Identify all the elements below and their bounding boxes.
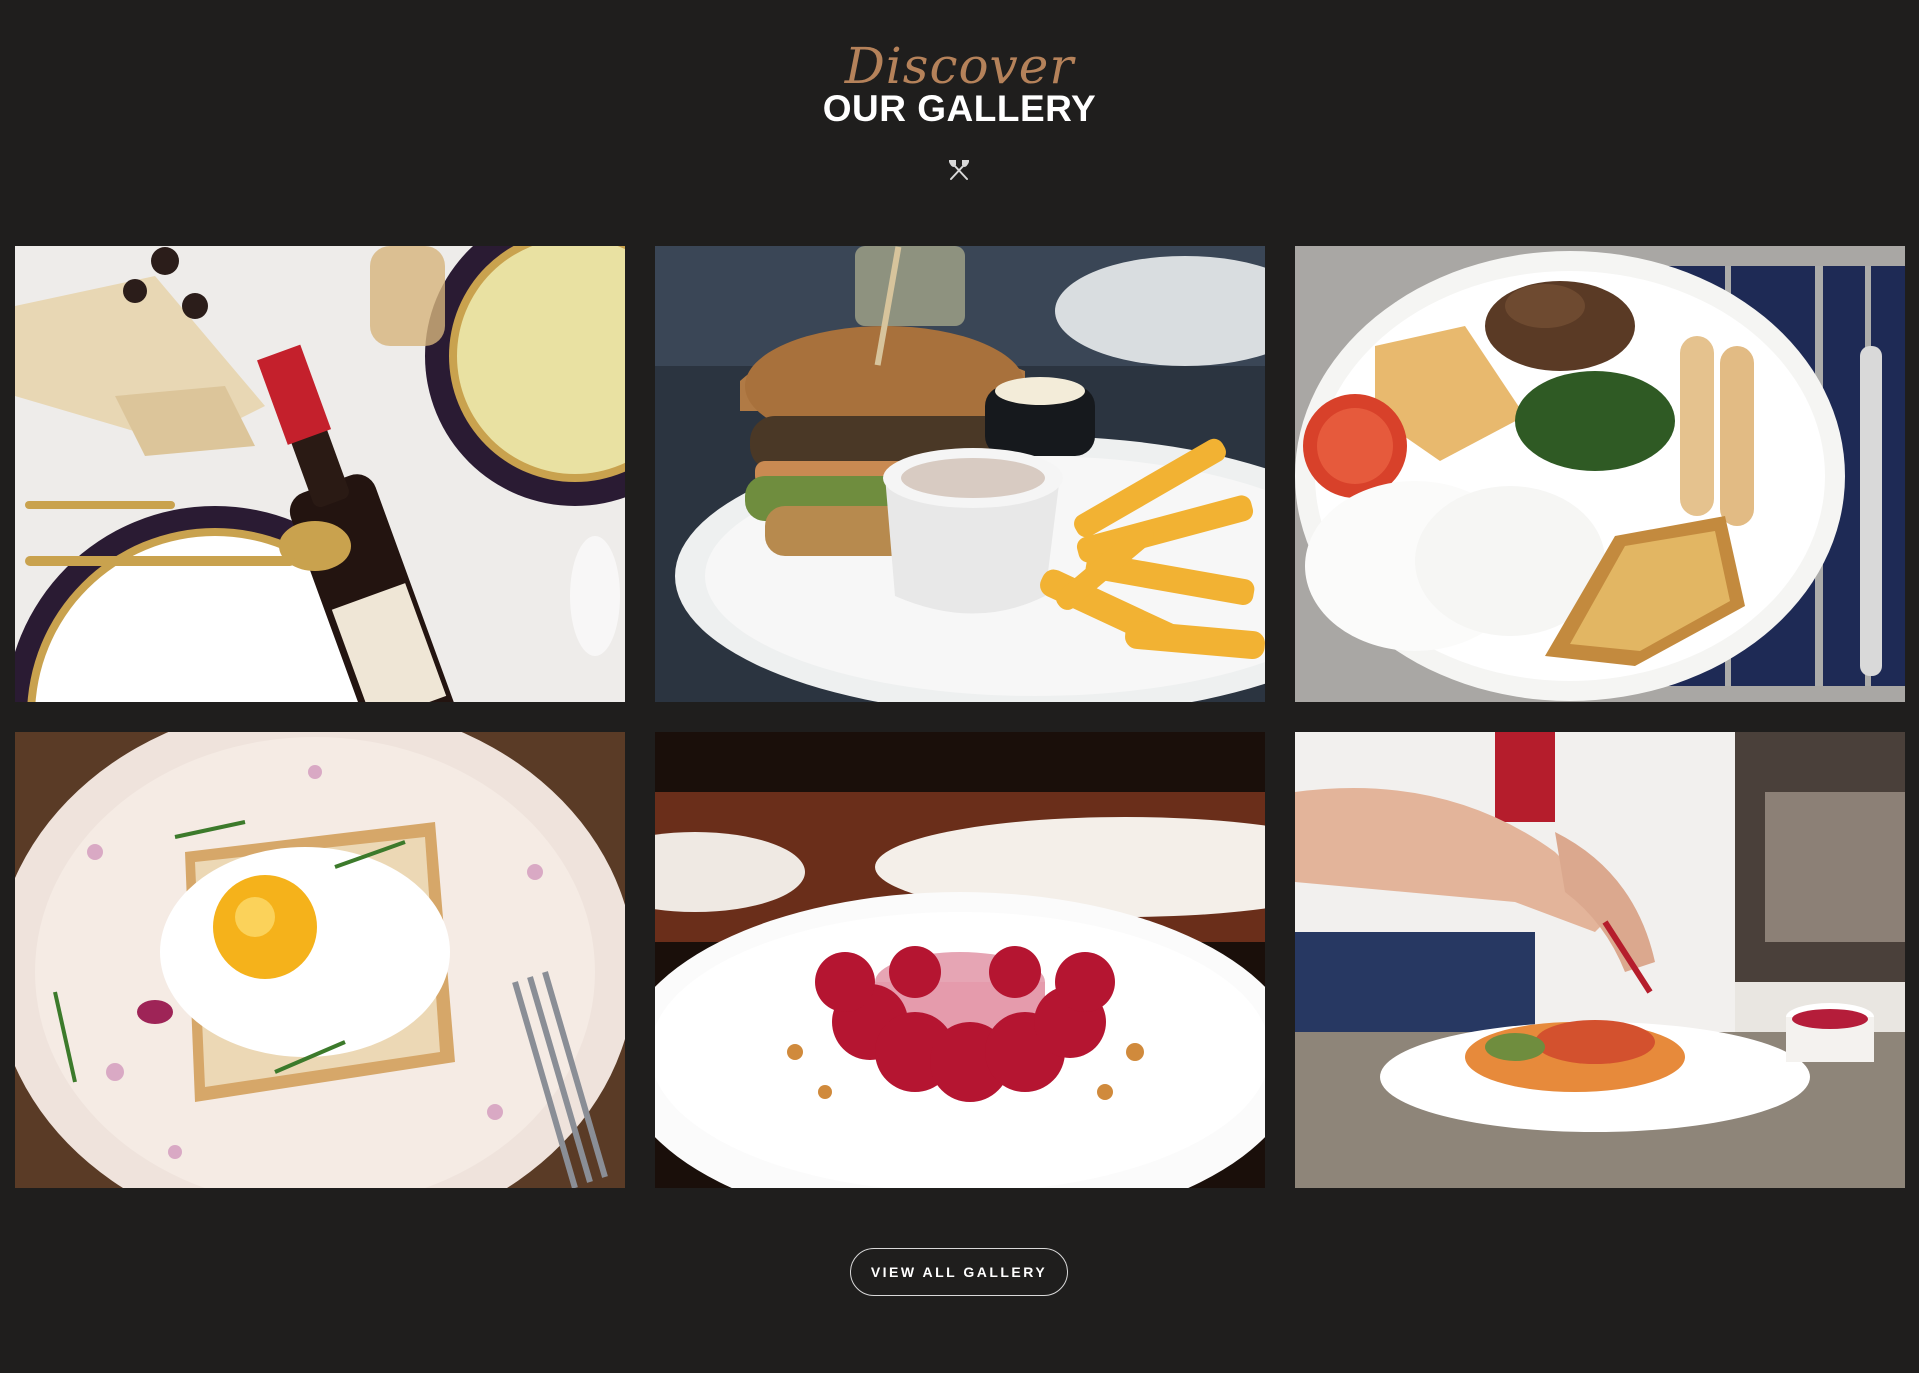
raspberry-dessert-photo	[655, 732, 1265, 1188]
gallery-image-egg-toast[interactable]	[15, 732, 625, 1188]
breakfast-photo	[1295, 246, 1905, 702]
wine-cheese-photo	[15, 246, 625, 702]
section-title: OUR GALLERY	[822, 88, 1097, 129]
view-all-gallery-button[interactable]: VIEW ALL GALLERY	[850, 1248, 1068, 1296]
fork-knife-icon	[949, 160, 969, 180]
gallery-section-header: Discover OUR GALLERY	[0, 38, 1919, 130]
gallery-image-raspberry-dessert[interactable]	[655, 732, 1265, 1188]
burger-fries-photo	[655, 246, 1265, 702]
gallery-image-burger-fries[interactable]	[655, 246, 1265, 702]
gallery-image-chef-plating[interactable]	[1295, 732, 1905, 1188]
gallery-image-breakfast[interactable]	[1295, 246, 1905, 702]
egg-toast-photo	[15, 732, 625, 1188]
gallery-image-wine-cheese[interactable]	[15, 246, 625, 702]
chef-plating-photo	[1295, 732, 1905, 1188]
section-kicker: Discover	[844, 37, 1075, 95]
